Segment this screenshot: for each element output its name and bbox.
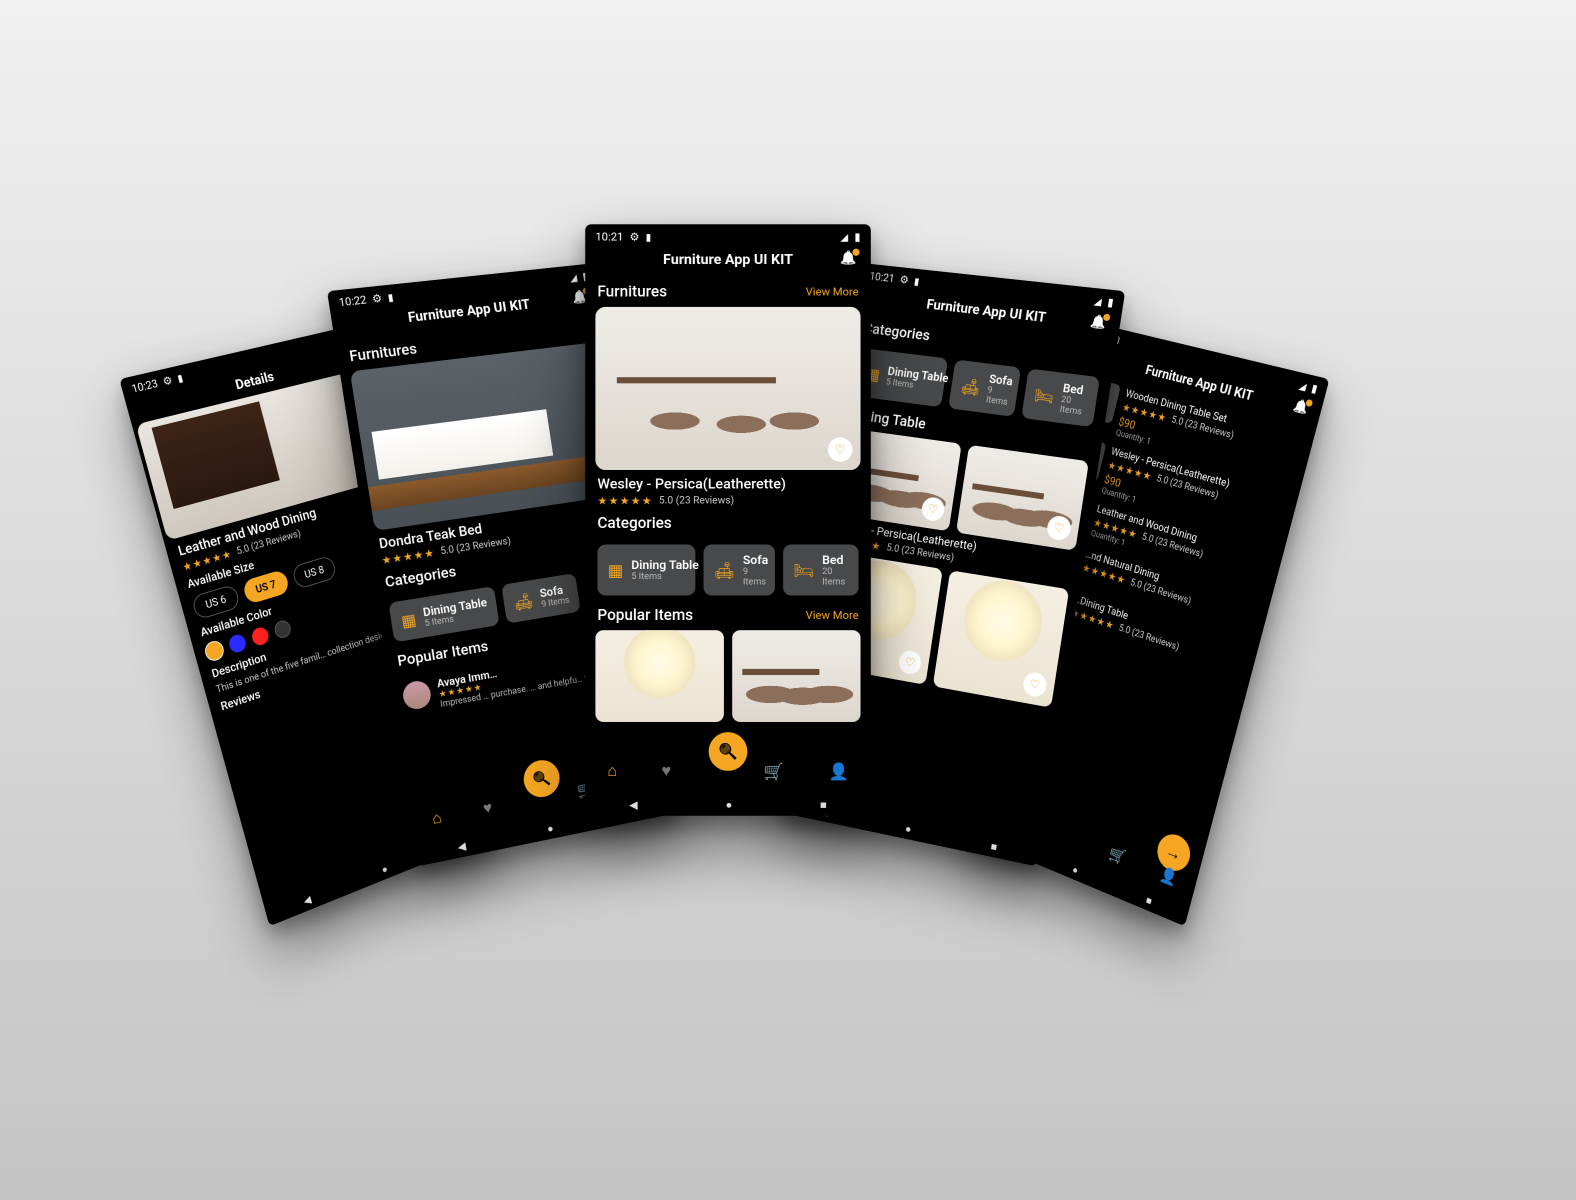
section-furnitures: Furnitures xyxy=(348,339,418,365)
category-chip[interactable]: 🛋 Sofa9 Items xyxy=(704,544,775,595)
category-chip[interactable]: 🛋 Sofa9 Items xyxy=(502,573,581,623)
color-swatch-blue[interactable] xyxy=(227,633,247,655)
popular-item-card[interactable] xyxy=(732,630,861,722)
category-chip[interactable]: ▦ Dining Table5 Items xyxy=(597,544,695,595)
section-furnitures: Furnitures xyxy=(597,282,667,300)
app-title: Furniture App UI KIT xyxy=(585,246,871,279)
notification-dot-icon xyxy=(1305,399,1313,407)
nav-cart-icon[interactable]: 🛒 xyxy=(1107,843,1127,866)
wifi-icon xyxy=(1093,294,1103,308)
battery-icon xyxy=(854,230,860,243)
product-card[interactable] xyxy=(933,570,1069,707)
category-chip[interactable]: 🛏 Bed20 Items xyxy=(1021,368,1100,427)
android-nav: ◀●■ xyxy=(585,793,871,815)
clock: 10:21 xyxy=(595,230,623,243)
table-icon: ▦ xyxy=(400,609,418,630)
gear-icon xyxy=(161,374,173,389)
nav-profile-icon[interactable]: 👤 xyxy=(828,761,848,780)
status-bar: 10:21 xyxy=(585,224,871,245)
color-swatch-red[interactable] xyxy=(250,626,270,648)
rating-text: 5.0 (23 Reviews) xyxy=(659,496,734,507)
bed-icon: 🛏 xyxy=(1033,385,1055,406)
product-title: Wesley - Persica(Leatherette) xyxy=(597,476,858,492)
view-more-link[interactable]: View More xyxy=(806,285,859,298)
gear-icon xyxy=(899,273,910,287)
notification-dot-icon xyxy=(1103,313,1111,321)
table-icon: ▦ xyxy=(608,560,623,579)
notifications-button[interactable] xyxy=(838,250,858,270)
popular-item-card[interactable] xyxy=(595,630,724,722)
nav-cart-icon[interactable]: 🛒 xyxy=(764,761,784,780)
favorite-button[interactable] xyxy=(828,437,852,461)
sd-icon xyxy=(176,371,184,385)
bottom-nav: ⌂ ♥ · 🛒 👤 xyxy=(585,751,871,792)
clock: 10:21 xyxy=(869,270,896,285)
section-categories: Categories xyxy=(597,514,671,532)
sofa-icon: 🛋 xyxy=(960,376,982,397)
sd-icon xyxy=(913,275,920,288)
gear-icon xyxy=(629,230,639,243)
hero-card[interactable] xyxy=(595,307,860,470)
screen-home: 10:21 Furniture App UI KIT Furnitures Vi… xyxy=(585,224,871,816)
battery-icon xyxy=(1310,382,1319,396)
color-swatch-gold[interactable] xyxy=(204,640,225,662)
gear-icon xyxy=(371,292,383,306)
category-chip[interactable]: 🛋 Sofa9 Items xyxy=(948,360,1021,417)
clock: 10:22 xyxy=(338,293,367,309)
section-popular: Popular Items xyxy=(597,606,693,624)
notification-dot-icon xyxy=(852,249,859,256)
category-chip[interactable]: 🛏 Bed20 Items xyxy=(783,544,859,595)
wifi-icon xyxy=(569,271,578,284)
bed-icon: 🛏 xyxy=(793,560,814,579)
wifi-icon xyxy=(840,230,848,243)
notifications-button[interactable] xyxy=(1087,313,1110,335)
color-swatch-dark[interactable] xyxy=(273,619,293,640)
battery-icon xyxy=(1107,296,1115,310)
wifi-icon xyxy=(1298,379,1308,393)
nav-favorites-icon[interactable]: ♥ xyxy=(661,761,671,781)
nav-favorites-icon[interactable]: ♥ xyxy=(482,798,494,819)
nav-home-icon[interactable]: ⌂ xyxy=(431,808,443,829)
view-more-link[interactable]: View More xyxy=(806,608,859,621)
star-icon: ★★★★★ xyxy=(597,495,652,508)
sofa-icon: 🛋 xyxy=(513,590,535,611)
section-categories: Categories xyxy=(863,319,932,344)
product-card[interactable] xyxy=(956,445,1089,551)
sd-icon xyxy=(646,230,652,243)
sd-icon xyxy=(387,291,394,305)
notifications-button[interactable] xyxy=(1289,397,1312,421)
avatar xyxy=(401,679,433,711)
nav-profile-icon[interactable]: 👤 xyxy=(1158,864,1179,888)
nav-home-icon[interactable]: ⌂ xyxy=(607,761,617,781)
sofa-icon: 🛋 xyxy=(714,560,735,579)
